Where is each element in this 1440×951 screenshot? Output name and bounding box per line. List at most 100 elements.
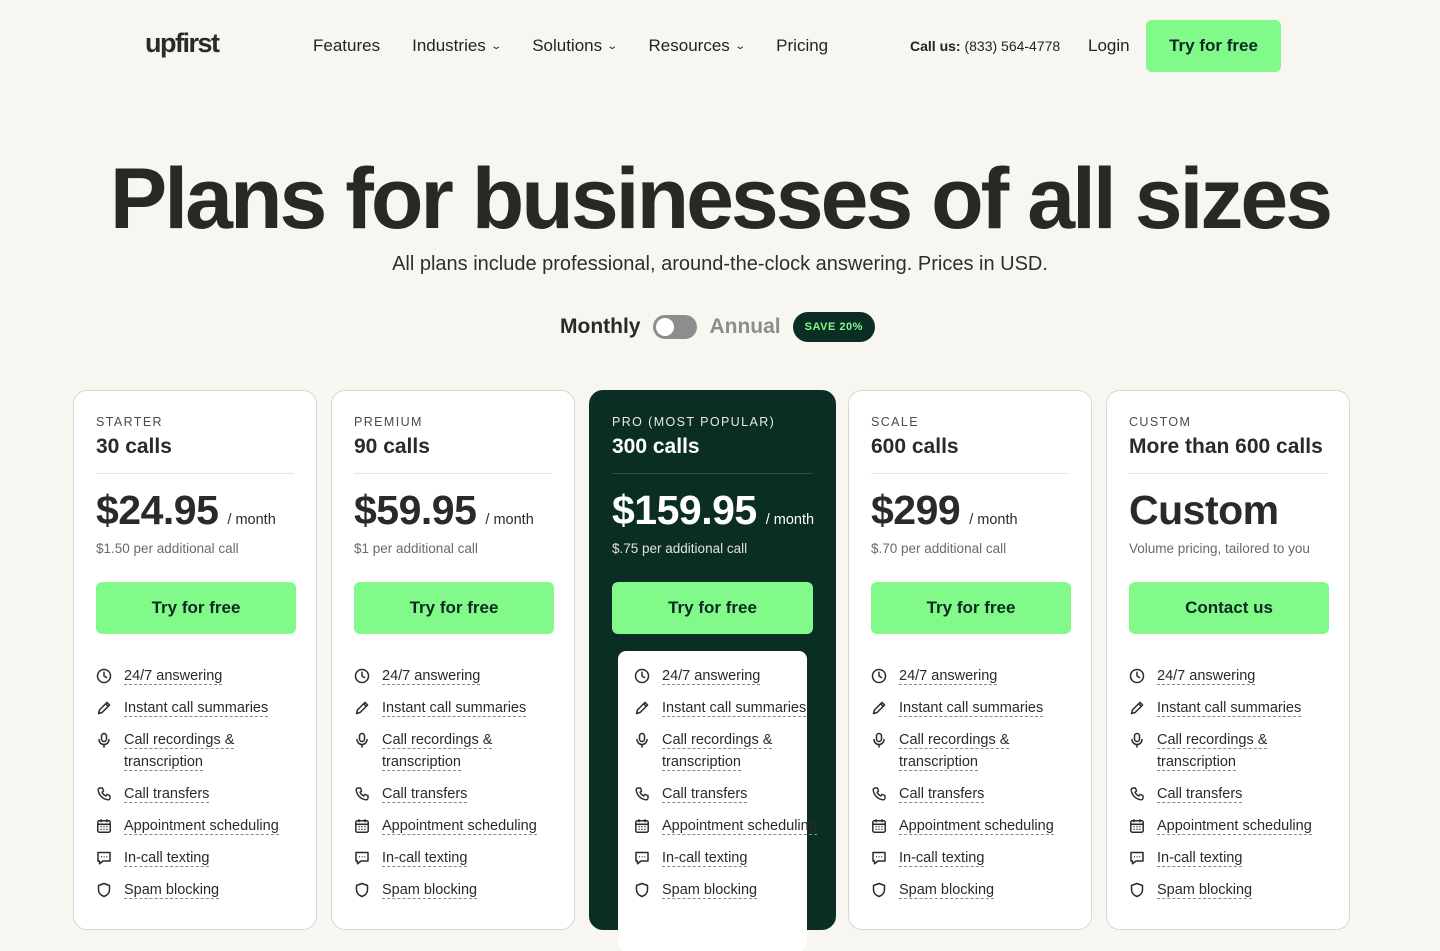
billing-period-switch[interactable] — [653, 315, 698, 339]
upfirst-logo[interactable]: upfirst — [145, 28, 220, 59]
feature-item: Call transfers — [354, 783, 564, 805]
feature-label[interactable]: 24/7 answering — [382, 668, 481, 685]
custom-cta-button[interactable]: Contact us — [1129, 582, 1329, 634]
menu-item-pricing[interactable]: Pricing — [776, 36, 828, 56]
feature-label[interactable]: Call recordings & transcription — [662, 732, 773, 771]
feature-label[interactable]: Call transfers — [1157, 786, 1243, 803]
calendar-icon — [1130, 819, 1144, 833]
shield-icon — [1130, 882, 1144, 898]
feature-label[interactable]: Appointment scheduling — [382, 818, 537, 835]
price-row: $59.95 / month — [354, 487, 534, 534]
menu-item-solutions[interactable]: Solutions ⌄ — [532, 36, 618, 56]
calendar-icon — [355, 819, 369, 833]
price-period: / month — [969, 512, 1018, 528]
feature-label[interactable]: Call transfers — [124, 786, 210, 803]
feature-label[interactable]: In-call texting — [124, 850, 210, 867]
feature-item: Instant call summaries — [354, 697, 564, 719]
feature-label[interactable]: Appointment scheduling — [899, 818, 1054, 835]
feature-item: In-call texting — [354, 847, 564, 869]
price-row: $159.95 / month — [612, 487, 814, 534]
menu-item-resources[interactable]: Resources ⌄ — [649, 36, 746, 56]
shield-icon — [355, 882, 369, 898]
additional-call-rate: $1 per additional call — [354, 541, 478, 556]
feature-item: 24/7 answering — [354, 665, 564, 687]
feature-item: Call recordings & transcription — [354, 729, 564, 773]
feature-label[interactable]: Appointment scheduling — [1157, 818, 1312, 835]
plan-price: $24.95 — [96, 487, 219, 533]
feature-label[interactable]: Call recordings & transcription — [899, 732, 1010, 771]
feature-label[interactable]: Instant call summaries — [124, 700, 269, 717]
feature-label[interactable]: 24/7 answering — [899, 668, 998, 685]
price-row: $299 / month — [871, 487, 1018, 534]
feature-item: Call recordings & transcription — [634, 729, 844, 773]
price-row: $24.95 / month — [96, 487, 276, 534]
scale-cta-button[interactable]: Try for free — [871, 582, 1071, 634]
divider — [612, 473, 813, 474]
starter-cta-button[interactable]: Try for free — [96, 582, 296, 634]
phone-number-link[interactable]: (833) 564-4778 — [964, 38, 1060, 54]
feature-label[interactable]: Call recordings & transcription — [382, 732, 493, 771]
plan-calls: More than 600 calls — [1129, 435, 1323, 458]
feature-item: Appointment scheduling — [1129, 815, 1339, 837]
feature-label[interactable]: Call transfers — [382, 786, 468, 803]
feature-label[interactable]: In-call texting — [1157, 850, 1243, 867]
plan-calls: 300 calls — [612, 435, 700, 458]
menu-item-features[interactable]: Features — [313, 36, 380, 56]
feature-label[interactable]: In-call texting — [899, 850, 985, 867]
feature-list: 24/7 answering Instant call summaries Ca… — [871, 665, 1081, 911]
feature-label[interactable]: Call transfers — [662, 786, 748, 803]
feature-label[interactable]: 24/7 answering — [124, 668, 223, 685]
feature-item: Call transfers — [96, 783, 306, 805]
monthly-label[interactable]: Monthly — [560, 315, 640, 339]
feature-label[interactable]: 24/7 answering — [662, 668, 761, 685]
feature-label[interactable]: Spam blocking — [382, 882, 478, 899]
feature-item: Spam blocking — [354, 879, 564, 901]
feature-item: Spam blocking — [634, 879, 844, 901]
plan-calls: 90 calls — [354, 435, 430, 458]
feature-label[interactable]: Call transfers — [899, 786, 985, 803]
feature-item: Appointment scheduling — [871, 815, 1081, 837]
feature-item: Instant call summaries — [96, 697, 306, 719]
feature-item: In-call texting — [634, 847, 844, 869]
billing-toggle-group: Monthly Annual SAVE 20% — [560, 312, 875, 342]
feature-label[interactable]: Call recordings & transcription — [124, 732, 235, 771]
try-for-free-button[interactable]: Try for free — [1146, 20, 1281, 72]
feature-label[interactable]: Spam blocking — [1157, 882, 1253, 899]
feature-label[interactable]: Spam blocking — [899, 882, 995, 899]
feature-label[interactable]: Instant call summaries — [382, 700, 527, 717]
plan-tier-label: STARTER — [96, 415, 163, 429]
feature-label[interactable]: Call recordings & transcription — [1157, 732, 1268, 771]
feature-item: Call recordings & transcription — [96, 729, 306, 773]
feature-item: Call recordings & transcription — [1129, 729, 1339, 773]
feature-label[interactable]: In-call texting — [662, 850, 748, 867]
divider — [96, 473, 294, 474]
clock-icon — [354, 668, 370, 684]
feature-label[interactable]: 24/7 answering — [1157, 668, 1256, 685]
annual-label[interactable]: Annual — [709, 315, 780, 339]
shield-icon — [97, 882, 111, 898]
top-navigation: upfirst Features Industries ⌄ Solutions ⌄ … — [0, 0, 1440, 92]
premium-cta-button[interactable]: Try for free — [354, 582, 554, 634]
menu-item-industries[interactable]: Industries ⌄ — [412, 36, 502, 56]
feature-label[interactable]: Appointment scheduling — [124, 818, 279, 835]
price-row: Custom — [1129, 487, 1288, 534]
feature-label[interactable]: In-call texting — [382, 850, 468, 867]
feature-item: Call transfers — [634, 783, 844, 805]
login-link[interactable]: Login — [1088, 36, 1130, 56]
pro-cta-button[interactable]: Try for free — [612, 582, 813, 634]
additional-call-rate: $1.50 per additional call — [96, 541, 239, 556]
feature-label[interactable]: Instant call summaries — [662, 700, 807, 717]
phone-icon — [355, 787, 369, 801]
pencil-icon — [97, 701, 111, 715]
feature-label[interactable]: Instant call summaries — [899, 700, 1044, 717]
microphone-icon — [873, 732, 885, 748]
feature-label[interactable]: Instant call summaries — [1157, 700, 1302, 717]
feature-label[interactable]: Spam blocking — [124, 882, 220, 899]
feature-label[interactable]: Appointment scheduling — [662, 818, 817, 835]
feature-item: Appointment scheduling — [96, 815, 306, 837]
pencil-icon — [1130, 701, 1144, 715]
clock-icon — [634, 668, 650, 684]
feature-label[interactable]: Spam blocking — [662, 882, 758, 899]
additional-call-rate: Volume pricing, tailored to you — [1129, 541, 1310, 556]
shield-icon — [635, 882, 649, 898]
